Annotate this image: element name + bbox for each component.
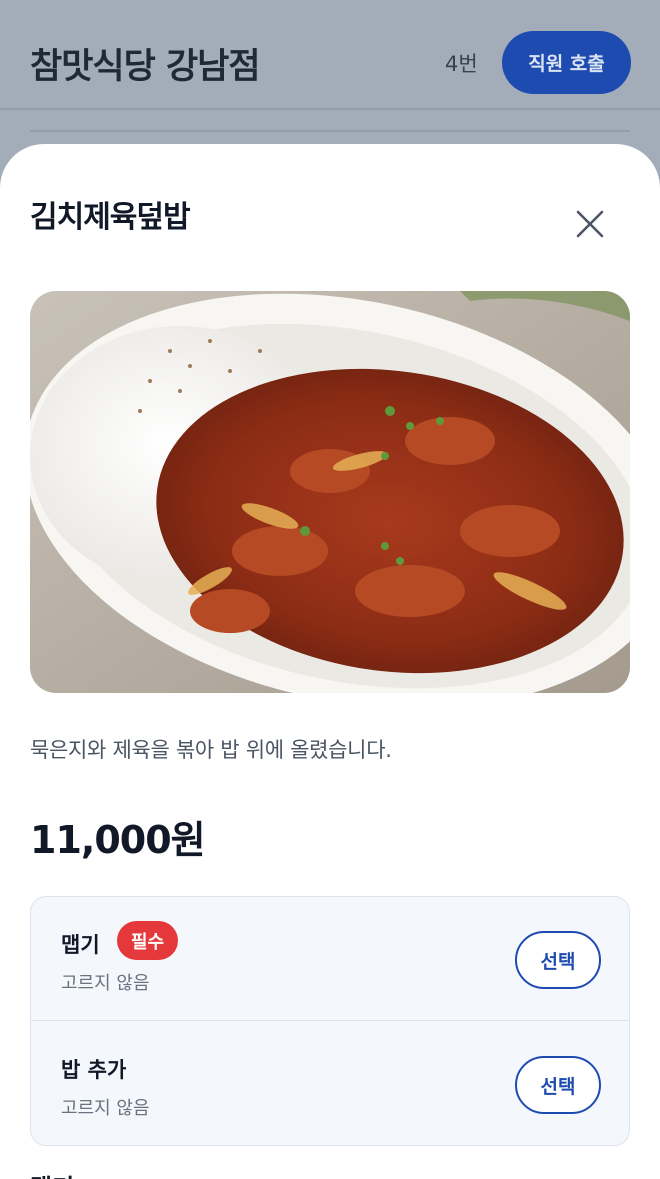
close-button[interactable] [570,204,610,244]
option-name: 밥 추가 [61,1058,127,1082]
store-name: 참맛식당 강남점 [30,47,261,87]
divider [30,130,630,132]
item-price: 11,000원 [30,818,206,862]
next-section-subtitle: 필수 [86,1174,115,1179]
next-section-title: 맵기 [30,1168,74,1179]
item-description: 묵은지와 제육을 볶아 밥 위에 올렸습니다. [30,738,392,762]
food-image [30,291,630,693]
call-staff-button[interactable]: 직원 호출 [502,31,631,94]
option-name: 맵기 [61,933,100,957]
item-detail-sheet: 김치제육덮밥 묵은지와 제육을 볶아 밥 위에 올렸습니다. 11,000원 맵… [0,144,660,1179]
option-status: 고르지 않음 [61,973,150,994]
item-title: 김치제육덮밥 [30,200,191,235]
close-icon [576,210,604,238]
required-badge: 필수 [117,921,178,960]
select-button[interactable]: 선택 [515,1056,601,1114]
option-row-extra-rice: 밥 추가 고르지 않음 선택 [31,1022,629,1145]
option-row-spiciness: 맵기 필수 고르지 않음 선택 [31,897,629,1021]
options-list: 맵기 필수 고르지 않음 선택 밥 추가 고르지 않음 선택 [30,896,630,1146]
table-number: 4번 [445,52,478,76]
divider [0,108,660,110]
option-status: 고르지 않음 [61,1098,150,1119]
select-button[interactable]: 선택 [515,931,601,989]
